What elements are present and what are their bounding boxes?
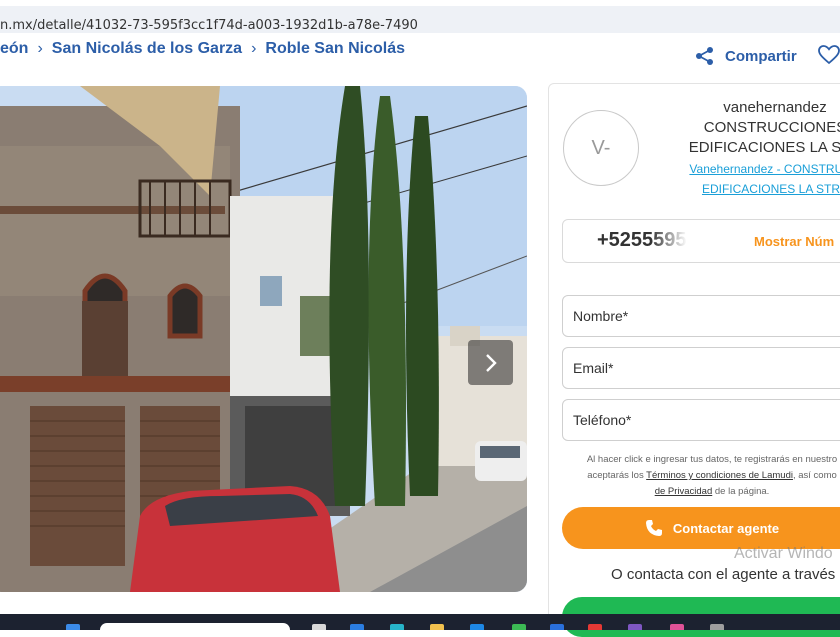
url-field[interactable]: n.mx/detalle/41032-73-595f3cc1f74d-a003-… — [0, 6, 840, 33]
email-field[interactable] — [562, 347, 840, 389]
gallery-next-button[interactable] — [468, 340, 513, 385]
edge-icon[interactable] — [390, 624, 404, 630]
app-icon[interactable] — [470, 624, 484, 630]
chevron-right-icon — [485, 353, 497, 372]
folder-icon[interactable] — [430, 624, 444, 630]
alt-contact-text: O contacta con el agente a través d — [611, 566, 840, 583]
phone-field[interactable] — [562, 399, 840, 441]
app-icon[interactable] — [588, 624, 602, 630]
favorite-button[interactable] — [818, 45, 840, 70]
browser-address-bar: n.mx/detalle/41032-73-595f3cc1f74d-a003-… — [0, 0, 840, 38]
phone-icon — [645, 520, 662, 536]
agent-name-line: EDIFICACIONES LA STR — [688, 139, 840, 156]
share-icon — [696, 47, 713, 65]
name-field[interactable] — [562, 295, 840, 337]
show-phone-button[interactable]: Mostrar Núm — [754, 234, 834, 249]
app-icon[interactable] — [710, 624, 724, 630]
privacy-link[interactable]: de Privacidad — [655, 486, 713, 497]
breadcrumb-item-city[interactable]: San Nicolás de los Garza — [52, 40, 242, 58]
agent-link-line: EDIFICACIONES LA STRA — [701, 182, 840, 196]
disclaimer-text: , así como — [792, 470, 837, 481]
windows-activation-watermark: Activar Windo — [734, 545, 833, 562]
agent-name: vanehernandez CONSTRUCCIONES EDIFICACION… — [650, 98, 840, 158]
terms-link[interactable]: Términos y condiciones de Lamudi — [646, 470, 793, 481]
breadcrumb-item-state[interactable]: eón — [0, 40, 28, 58]
app-icon[interactable] — [350, 624, 364, 630]
property-photo-image — [0, 86, 527, 592]
agent-name-line: CONSTRUCCIONES — [703, 119, 840, 136]
phone-number: +5255595 — [597, 229, 687, 251]
app-icon[interactable] — [628, 624, 642, 630]
contact-agent-button[interactable]: Contactar agente — [562, 507, 840, 549]
taskbar — [0, 614, 840, 630]
agent-link-line: Vanehernandez - CONSTRUCC — [689, 162, 840, 176]
heart-icon — [818, 45, 840, 65]
disclaimer-text: de la página. — [712, 486, 770, 497]
breadcrumb-separator-icon: › — [251, 40, 257, 57]
app-icon[interactable] — [550, 624, 564, 630]
disclaimer-text: Al hacer click e ingresar tus datos, te … — [586, 454, 838, 465]
agent-name-line: vanehernandez — [723, 99, 827, 116]
agent-profile-link[interactable]: Vanehernandez - CONSTRUCC EDIFICACIONES … — [650, 159, 840, 199]
taskbar-search[interactable] — [100, 623, 290, 630]
property-photo[interactable] — [0, 86, 527, 592]
url-text: n.mx/detalle/41032-73-595f3cc1f74d-a003-… — [0, 18, 418, 33]
contact-agent-label: Contactar agente — [672, 520, 780, 536]
disclaimer-text: aceptarás los — [587, 470, 647, 481]
avatar: V- — [563, 110, 639, 186]
breadcrumb-separator-icon: › — [37, 40, 43, 57]
share-button[interactable]: Compartir — [695, 46, 797, 66]
task-view-icon[interactable] — [312, 624, 326, 630]
share-label: Compartir — [725, 47, 797, 65]
breadcrumb: eón › San Nicolás de los Garza › Roble S… — [0, 38, 405, 60]
chrome-icon[interactable] — [670, 624, 684, 630]
breadcrumb-item-neighborhood[interactable]: Roble San Nicolás — [265, 40, 405, 58]
app-icon[interactable] — [512, 624, 526, 630]
avatar-initials: V- — [591, 136, 611, 159]
windows-start-icon[interactable] — [66, 624, 80, 630]
privacy-disclaimer: Al hacer click e ingresar tus datos, te … — [562, 452, 840, 500]
